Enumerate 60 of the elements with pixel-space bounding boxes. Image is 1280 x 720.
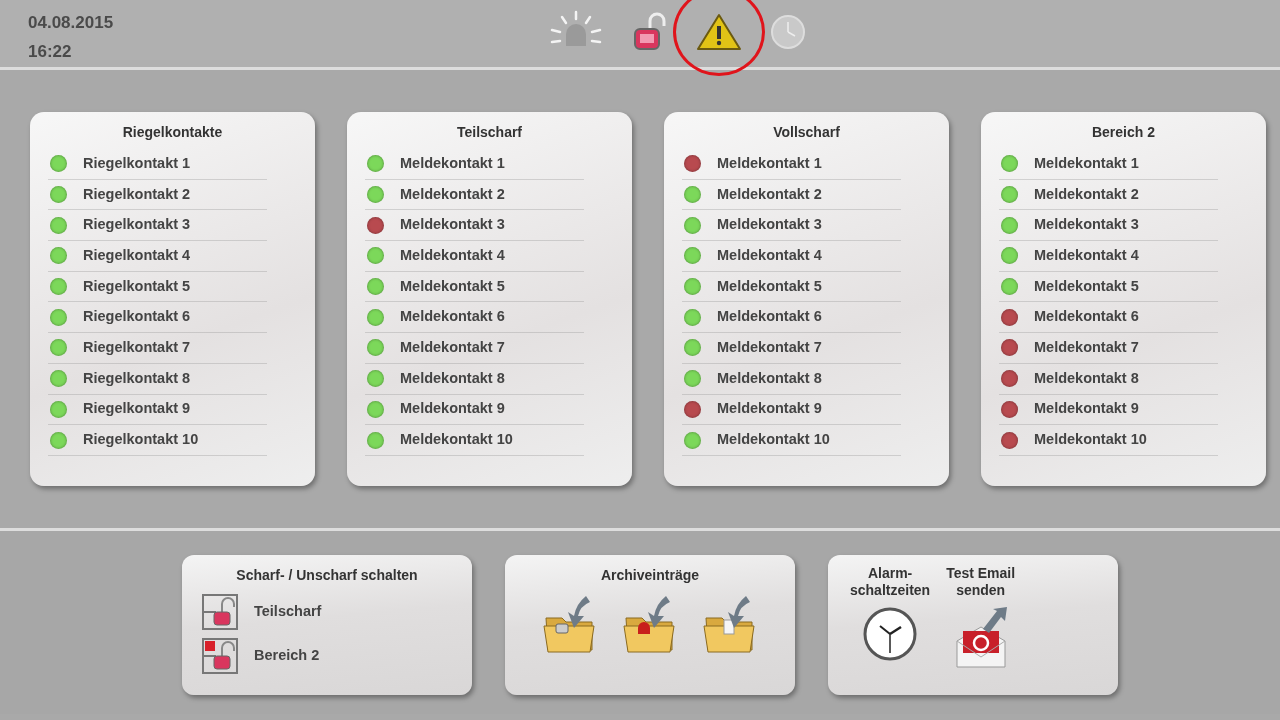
contact-label: Meldekontakt 3 xyxy=(1034,215,1139,235)
contact-label: Meldekontakt 7 xyxy=(717,338,822,358)
contact-label: Meldekontakt 5 xyxy=(1034,276,1139,296)
contact-label: Meldekontakt 5 xyxy=(717,276,822,296)
contact-label: Meldekontakt 6 xyxy=(1034,307,1139,327)
panel-title: Riegelkontakte xyxy=(121,123,224,142)
contact-label: Meldekontakt 3 xyxy=(400,215,505,235)
archive-folder-icon[interactable] xyxy=(702,594,758,656)
warning-icon[interactable] xyxy=(696,12,742,52)
contact-label: Riegelkontakt 6 xyxy=(83,307,191,327)
panel-title: Archiveinträge xyxy=(599,566,700,585)
contact-label: Meldekontakt 10 xyxy=(717,430,830,450)
contact-label: Meldekontakt 9 xyxy=(400,399,505,419)
contact-label: Riegelkontakt 9 xyxy=(83,399,191,419)
contact-label: Meldekontakt 2 xyxy=(1034,184,1139,204)
contact-label: Meldekontakt 8 xyxy=(717,368,822,388)
contact-label: Meldekontakt 7 xyxy=(400,338,505,358)
tool-label[interactable]: Alarm- schaltzeiten xyxy=(850,565,931,599)
contact-label: Meldekontakt 1 xyxy=(1034,153,1139,173)
contact-label: Meldekontakt 8 xyxy=(400,368,505,388)
contact-label: Meldekontakt 4 xyxy=(1034,246,1139,266)
contact-label: Riegelkontakt 1 xyxy=(83,153,191,173)
contact-label: Meldekontakt 10 xyxy=(400,430,513,450)
padlock-icon[interactable] xyxy=(632,12,668,52)
contact-label: Meldekontakt 2 xyxy=(400,184,505,204)
contact-label: Meldekontakt 9 xyxy=(717,399,822,419)
lock-switch-icon[interactable] xyxy=(202,594,238,630)
contact-label: Meldekontakt 9 xyxy=(1034,399,1139,419)
contact-label: Meldekontakt 10 xyxy=(1034,430,1147,450)
contact-label: Riegelkontakt 5 xyxy=(83,276,191,296)
arming-label[interactable]: Bereich 2 xyxy=(254,645,320,667)
contact-label: Riegelkontakt 3 xyxy=(83,215,191,235)
contact-label: Meldekontakt 8 xyxy=(1034,368,1139,388)
contact-label: Riegelkontakt 2 xyxy=(83,184,191,204)
clock-icon[interactable] xyxy=(863,607,918,661)
date-text: 04.08.2015 xyxy=(28,12,114,34)
contact-label: Meldekontakt 6 xyxy=(717,307,822,327)
contact-label: Meldekontakt 4 xyxy=(717,246,822,266)
contact-label: Riegelkontakt 8 xyxy=(83,368,191,388)
arming-label[interactable]: Teilscharf xyxy=(254,601,322,623)
contact-label: Meldekontakt 2 xyxy=(717,184,822,204)
panel-title: Vollscharf xyxy=(772,123,841,142)
archive-folder-icon[interactable] xyxy=(542,594,598,656)
contact-label: Meldekontakt 6 xyxy=(400,307,505,327)
lock-switch-icon[interactable] xyxy=(202,638,238,674)
tool-label[interactable]: Test Email senden xyxy=(946,565,1016,599)
time-text: 16:22 xyxy=(28,41,72,63)
contact-label: Riegelkontakt 10 xyxy=(83,430,199,450)
contact-label: Meldekontakt 1 xyxy=(400,153,505,173)
contact-label: Riegelkontakt 4 xyxy=(83,246,191,266)
panel-title: Teilscharf xyxy=(455,123,524,142)
contact-label: Meldekontakt 3 xyxy=(717,215,822,235)
contact-label: Riegelkontakt 7 xyxy=(83,338,191,358)
contact-label: Meldekontakt 4 xyxy=(400,246,505,266)
contact-label: Meldekontakt 1 xyxy=(717,153,822,173)
archive-folder-icon[interactable] xyxy=(622,594,678,656)
panel-title: Scharf- / Unscharf schalten xyxy=(235,566,419,585)
panel-title: Bereich 2 xyxy=(1090,123,1156,142)
contact-label: Meldekontakt 5 xyxy=(400,276,505,296)
contact-label: Meldekontakt 7 xyxy=(1034,338,1139,358)
